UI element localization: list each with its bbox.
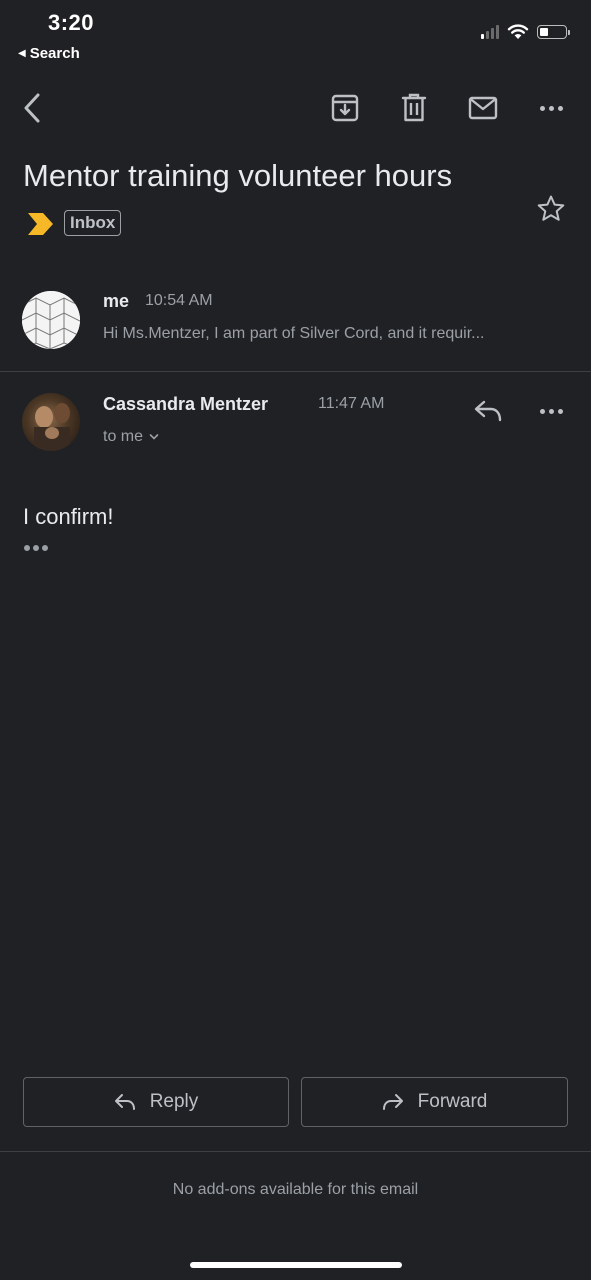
reply-icon-button[interactable] xyxy=(470,393,506,429)
status-time: 3:20 xyxy=(48,10,95,35)
archive-icon xyxy=(331,94,359,122)
avatar-me xyxy=(22,291,80,349)
inbox-label[interactable]: Inbox xyxy=(64,210,122,236)
mark-unread-icon xyxy=(468,96,498,120)
more-icon xyxy=(539,105,563,111)
status-icons xyxy=(481,24,570,40)
email-subject: Mentor training volunteer hours xyxy=(23,158,453,193)
star-button[interactable] xyxy=(536,194,566,229)
reply-label: Reply xyxy=(149,1091,199,1112)
divider xyxy=(0,1151,591,1152)
back-arrow-icon xyxy=(24,93,40,123)
recipient-label: to me xyxy=(103,428,144,445)
more-options-button[interactable] xyxy=(533,90,569,126)
recipient-details-toggle[interactable]: to me xyxy=(103,428,159,446)
wifi-icon xyxy=(507,24,529,39)
back-arrow-button[interactable] xyxy=(14,90,50,126)
home-indicator[interactable] xyxy=(190,1262,402,1268)
divider xyxy=(0,371,591,372)
back-triangle-icon: ◀ xyxy=(18,48,26,59)
trash-icon xyxy=(401,93,427,122)
message-time: 11:47 AM xyxy=(318,395,385,412)
archive-button[interactable] xyxy=(327,90,363,126)
importance-marker-icon[interactable] xyxy=(28,213,54,240)
reply-icon xyxy=(114,1094,135,1110)
message-time: 10:54 AM xyxy=(145,292,213,309)
delete-button[interactable] xyxy=(396,90,432,126)
star-icon xyxy=(537,195,565,221)
back-to-app-label: Search xyxy=(29,45,80,62)
avatar-cassandra-mentzer xyxy=(22,393,80,451)
message-body: I confirm! xyxy=(23,504,114,529)
reply-icon xyxy=(474,400,502,422)
addons-message: No add-ons available for this email xyxy=(172,1181,419,1198)
back-to-search-link[interactable]: ◀ Search xyxy=(18,45,80,62)
forward-label: Forward xyxy=(417,1091,488,1112)
mark-unread-button[interactable] xyxy=(465,90,501,126)
sender-name: me xyxy=(103,291,130,311)
forward-icon xyxy=(382,1094,403,1110)
message-snippet: Hi Ms.Mentzer, I am part of Silver Cord,… xyxy=(103,325,485,342)
message-more-button[interactable] xyxy=(533,393,569,429)
chevron-down-icon xyxy=(149,434,159,440)
reply-button[interactable]: Reply xyxy=(23,1077,289,1127)
battery-icon xyxy=(537,25,570,39)
cellular-signal-icon xyxy=(481,25,499,39)
more-icon xyxy=(539,408,563,414)
sender-name: Cassandra Mentzer xyxy=(103,394,269,414)
forward-button[interactable]: Forward xyxy=(301,1077,568,1127)
show-trimmed-content-button[interactable] xyxy=(24,545,48,551)
